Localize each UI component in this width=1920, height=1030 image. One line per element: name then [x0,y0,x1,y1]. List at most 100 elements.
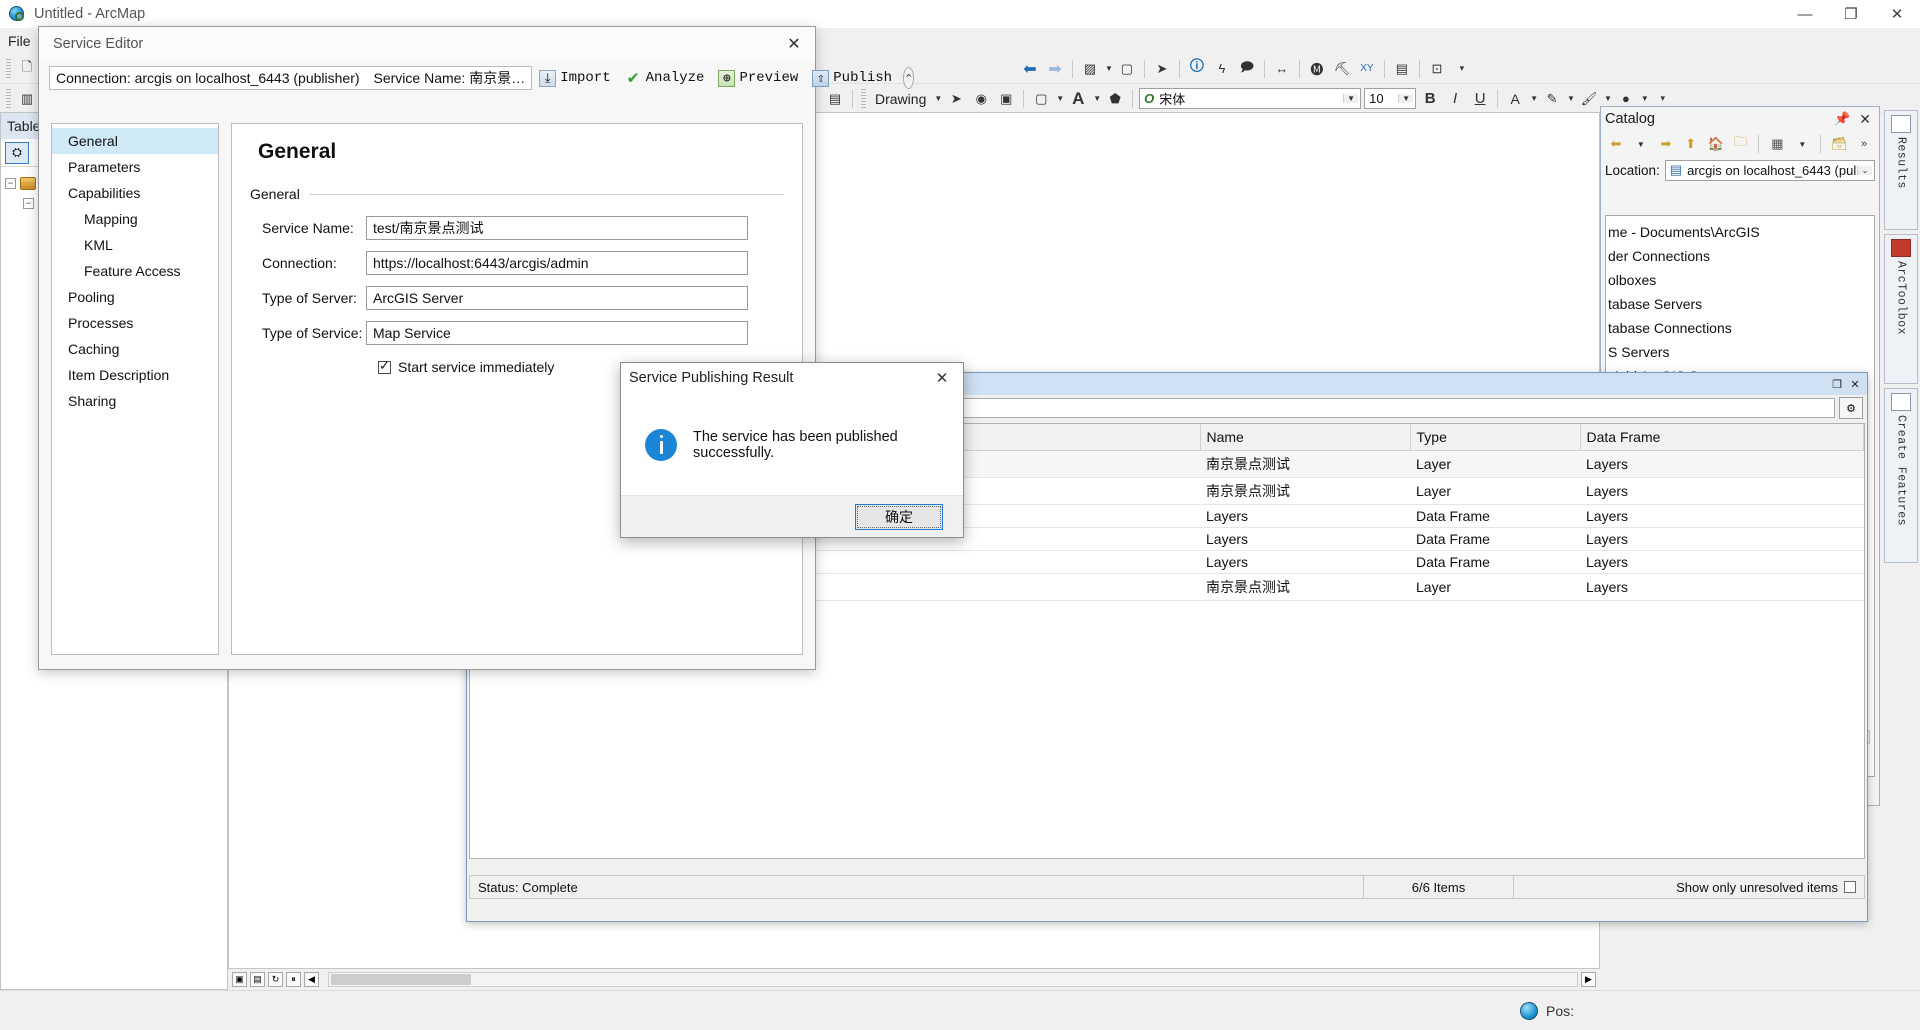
collapse-icon[interactable]: − [5,177,16,189]
sidebar-item-caching[interactable]: Caching [52,336,218,362]
hyperlink-icon[interactable]: ϟ [1211,58,1233,80]
prepare-analyze-icon[interactable]: ⚙ [1839,397,1863,419]
go-to-xy-icon[interactable]: XY [1356,58,1378,80]
sidebar-item-general[interactable]: General [52,128,218,154]
type-of-service-input[interactable]: Map Service [366,321,748,345]
forward-arrow-icon[interactable]: ➡ [1656,134,1676,154]
refresh-icon[interactable]: ↻ [268,972,283,987]
collapse-icon[interactable]: − [23,197,34,209]
font-name-dropdown-icon[interactable]: ▼ [1343,94,1359,103]
close-icon[interactable]: ✕ [925,369,959,387]
sidebar-item-pooling[interactable]: Pooling [52,284,218,310]
dock-tab-results[interactable]: Results [1884,110,1918,230]
start-service-checkbox[interactable] [378,358,391,374]
ok-button[interactable]: 确定 [855,503,943,530]
find-route-icon[interactable]: ⛏ [1331,58,1353,80]
catalog-tree-item[interactable]: S Servers [1606,340,1874,364]
home-icon[interactable]: 🏠 [1706,134,1726,154]
data-view-icon[interactable]: ▣ [232,972,247,987]
close-button[interactable]: ✕ [1847,377,1863,392]
connection-info-field[interactable]: Connection: arcgis on localhost_6443 (pu… [49,66,533,90]
restore-button[interactable]: ❐ [1829,377,1845,392]
font-color-dropdown-icon[interactable]: ▼ [1093,94,1101,103]
close-icon[interactable]: ✕ [1855,111,1875,128]
toolbar-grip[interactable] [6,58,11,79]
back-arrow-icon[interactable]: ⬅ [1606,134,1626,154]
sidebar-item-capabilities[interactable]: Capabilities [52,180,218,206]
show-unresolved-checkbox[interactable] [1844,881,1856,893]
font-color-dropdown2-icon[interactable]: ▼ [1530,94,1538,103]
select-features-icon[interactable]: ▨ [1079,58,1101,80]
font-size-dropdown-icon[interactable]: ▼ [1398,94,1414,103]
maximize-button[interactable]: ❐ [1828,0,1874,28]
arrange-icon[interactable]: ⬟ [1104,88,1126,110]
layout-view-icon[interactable]: ▤ [250,972,265,987]
underline-button[interactable]: U [1469,88,1491,110]
overflow-chevron-icon[interactable]: » [1854,134,1874,154]
pin-icon[interactable]: 📌 [1829,111,1855,127]
forward-arrow-icon[interactable]: ➡ [1044,58,1066,80]
catalog-tree-item[interactable]: me - Documents\ArcGIS [1606,220,1874,244]
identify-icon[interactable]: 🛈 [1186,58,1208,80]
fill-color-dropdown-icon[interactable]: ▼ [1056,94,1064,103]
line-color-icon[interactable]: ✎ [1541,88,1563,110]
font-size-select[interactable]: 10 ▼ [1364,88,1417,109]
font-color-a-icon[interactable]: A [1067,88,1089,110]
analyze-button[interactable]: ✔ Analyze [618,69,712,89]
location-select[interactable]: ▤ arcgis on localhost_6443 (pul ⌄ [1664,159,1875,181]
column-header-name[interactable]: Name [1200,424,1411,451]
html-popup-icon[interactable]: 🗩 [1236,58,1258,80]
column-header-data-frame[interactable]: Data Frame [1580,424,1864,451]
list-view-icon[interactable]: ▦ [1767,134,1787,154]
sidebar-item-processes[interactable]: Processes [52,310,218,336]
clear-selection-icon[interactable]: ▢ [1116,58,1138,80]
time-slider-icon[interactable]: ▤ [1391,58,1413,80]
sidebar-item-item-description[interactable]: Item Description [52,362,218,388]
find-icon[interactable]: 🅜 [1306,58,1328,80]
editor-icon[interactable]: ▤ [824,88,846,110]
minimize-button[interactable]: — [1782,0,1828,28]
overflow-icon[interactable]: ▾ [1451,58,1473,80]
dot-dropdown-icon[interactable]: ▼ [1641,94,1649,103]
italic-button[interactable]: I [1444,88,1466,110]
sidebar-item-sharing[interactable]: Sharing [52,388,218,414]
dock-tab-arctoolbox[interactable]: ArcToolbox [1884,234,1918,384]
catalog-tree-item[interactable]: der Connections [1606,244,1874,268]
toolbar-grip-2[interactable] [6,88,11,109]
measure-icon[interactable]: ↔ [1271,58,1293,80]
prev-extent-icon[interactable]: ◀ [304,972,319,987]
list-by-drawing-order-icon[interactable]: ⛭ [5,141,29,164]
font-color-icon[interactable]: A [1504,88,1526,110]
import-button[interactable]: ⤓ Import [532,69,617,87]
publish-button[interactable]: ⇧ Publish [805,69,899,87]
location-dropdown-icon[interactable]: ⌄ [1857,165,1872,175]
close-icon[interactable]: ✕ [779,34,809,54]
catalog-tree-item[interactable]: olboxes [1606,268,1874,292]
catalog-tree-item[interactable]: tabase Connections [1606,316,1874,340]
pause-icon[interactable]: ⏸ [286,972,301,987]
map-horizontal-scrollbar[interactable] [328,972,1578,987]
sidebar-item-parameters[interactable]: Parameters [52,154,218,180]
connect-folder-icon[interactable]: 🗀 [1731,134,1751,154]
select-elements-icon[interactable]: ➤ [1151,58,1173,80]
drawing-menu-label[interactable]: Drawing [871,91,930,107]
drawing-grip[interactable] [861,88,866,109]
preview-button[interactable]: ⊕ Preview [711,69,805,87]
dock-tab-create-features[interactable]: Create Features [1884,388,1918,563]
up-one-level-icon[interactable]: ⬆ [1681,134,1701,154]
chevron-down-icon[interactable]: ▼ [1105,64,1113,73]
close-button[interactable]: ✕ [1874,0,1920,28]
editor-toolbar-icon[interactable]: ▥ [16,88,38,110]
font-name-select[interactable]: O 宋体 ▼ [1139,88,1362,109]
menu-item-file[interactable]: File [0,31,39,51]
select-elements-icon[interactable]: ➤ [945,88,967,110]
new-marker-icon[interactable]: ◉ [970,88,992,110]
fill-color-icon[interactable]: ▢ [1030,88,1052,110]
back-arrow-icon[interactable]: ⬅ [1019,58,1041,80]
type-of-server-input[interactable]: ArcGIS Server [366,286,748,310]
scroll-right-icon[interactable]: ▶ [1581,972,1596,987]
dropdown-icon[interactable]: ▼ [1631,134,1651,154]
service-name-input[interactable]: test/南京景点测试 [366,216,748,240]
highlight-icon[interactable]: 🖌 [1578,88,1600,110]
new-rectangle-icon[interactable]: ▣ [995,88,1017,110]
